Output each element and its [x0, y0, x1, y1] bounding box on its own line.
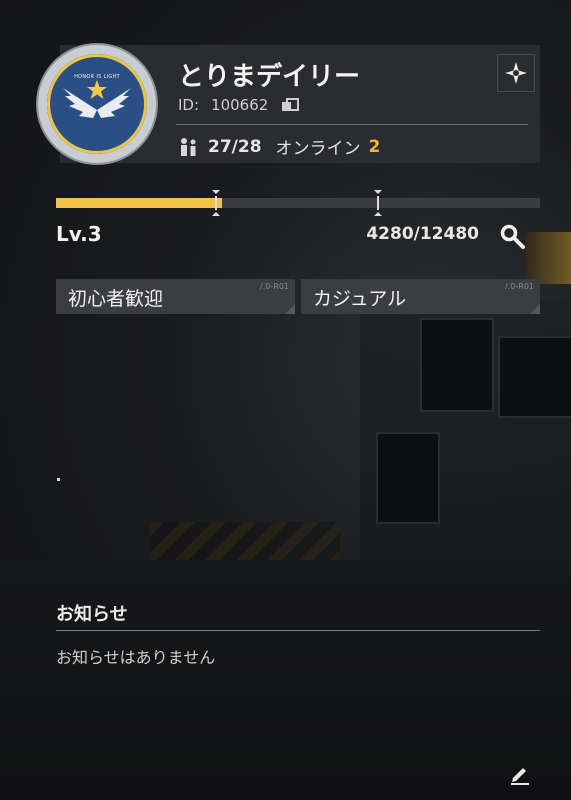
xp-milestone-marker: [374, 190, 382, 216]
crosshair-icon: [505, 62, 527, 84]
guild-id-label: ID:: [178, 96, 200, 114]
background-monitor: [420, 318, 494, 412]
xp-value: 4280/12480: [366, 224, 479, 244]
members-icon: [181, 137, 196, 156]
guild-level: Lv.3: [56, 222, 102, 246]
guild-tag-casual: カジュアル /.0-R01: [301, 279, 540, 314]
tag-corner: [285, 304, 295, 314]
guild-id-value: 100662: [211, 96, 269, 114]
member-count: 27/28: [208, 136, 262, 157]
xp-progress-fill: [56, 198, 222, 208]
header-divider: [176, 124, 528, 125]
background-screen-glow: [525, 232, 571, 284]
xp-milestone-marker: [212, 190, 220, 216]
background-hazard-stripes: [150, 522, 340, 562]
search-button[interactable]: [498, 222, 528, 252]
cursor-dot: [57, 478, 60, 481]
guild-tag-beginner: 初心者歓迎 /.0-R01: [56, 279, 295, 314]
copy-icon[interactable]: [282, 98, 300, 112]
pencil-icon: [511, 768, 529, 785]
tag-code: /.0-R01: [260, 282, 289, 291]
settings-button[interactable]: [497, 54, 535, 92]
background-monitor: [498, 336, 571, 418]
guild-emblem[interactable]: HONOR IS LIGHT: [38, 45, 156, 163]
online-count: 2: [368, 136, 381, 157]
background-floor: [0, 560, 571, 800]
notice-title: お知らせ: [56, 604, 128, 625]
edit-button[interactable]: [508, 762, 532, 786]
tag-label: 初心者歓迎: [68, 288, 164, 310]
tag-code: /.0-R01: [505, 282, 534, 291]
notice-divider: [56, 630, 540, 631]
emblem-badge: HONOR IS LIGHT: [47, 54, 147, 154]
tag-corner: [530, 304, 540, 314]
winged-star-icon: [63, 80, 131, 118]
xp-progress-bar: [56, 190, 540, 216]
background-monitor: [376, 432, 440, 524]
member-row: 27/28 オンライン 2: [178, 134, 380, 159]
search-icon: [500, 224, 525, 249]
online-label: オンライン: [275, 139, 361, 159]
notice-empty-text: お知らせはありません: [56, 648, 216, 667]
guild-name: とりまデイリー: [178, 62, 361, 92]
guild-id-row: ID: 100662: [178, 96, 300, 114]
tag-label: カジュアル: [313, 288, 407, 310]
